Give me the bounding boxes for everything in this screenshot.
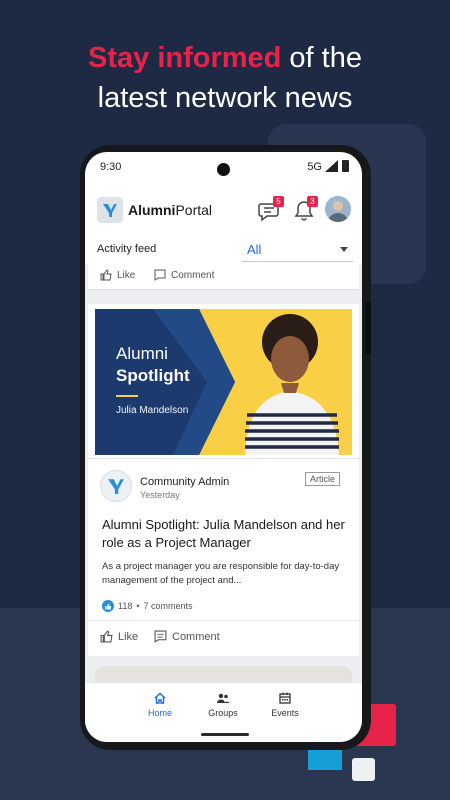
groups-icon [217, 693, 230, 703]
activity-feed[interactable]: Like Comment Alumni Spotlight Julia Mand… [85, 264, 362, 682]
next-post-card [95, 666, 352, 682]
like-label: Like [118, 630, 139, 643]
author-avatar[interactable] [100, 470, 132, 502]
filter-value: All [247, 242, 262, 257]
banner-title-line-2: Spotlight [116, 366, 190, 385]
phone-screen: 9:30 5G AlumniPortal 5 3 Activity feed A… [85, 152, 362, 742]
user-avatar[interactable] [325, 196, 351, 222]
post-title[interactable]: Alumni Spotlight: Julia Mandelson and he… [102, 516, 347, 552]
banner-title-line-1: Alumni [116, 344, 168, 363]
home-icon [154, 692, 166, 704]
comment-icon [154, 269, 166, 281]
headline-line-1-rest: of the [281, 42, 362, 74]
headline-line-2: latest network news [97, 82, 353, 114]
like-label: Like [117, 269, 136, 281]
nav-events[interactable]: Events [260, 691, 310, 718]
comments-count: 7 comments [143, 601, 193, 611]
banner-text: Alumni Spotlight Julia Mandelson [116, 343, 190, 416]
nav-home[interactable]: Home [135, 691, 185, 718]
app-header: AlumniPortal 5 3 [85, 190, 362, 230]
comment-icon [154, 630, 167, 643]
gesture-bar [201, 733, 249, 736]
divider [88, 458, 359, 459]
filter-label: Activity feed [97, 243, 157, 255]
phone-side-button [365, 302, 371, 354]
nav-events-label: Events [271, 708, 299, 718]
previous-post-card: Like Comment [88, 264, 359, 290]
author-name[interactable]: Community Admin [140, 476, 229, 488]
comment-button[interactable]: Comment [154, 630, 220, 643]
headline-accent: Stay informed [88, 42, 282, 74]
bottom-navigation: Home Groups Events [85, 682, 362, 742]
post-banner-image: Alumni Spotlight Julia Mandelson [95, 309, 352, 455]
app-logo-icon [97, 197, 123, 223]
post-excerpt: As a project manager you are responsible… [102, 561, 340, 586]
nav-home-label: Home [147, 708, 172, 718]
like-reaction-icon [102, 600, 114, 612]
promo-headline: Stay informed of the latest network news [0, 38, 450, 118]
reaction-separator: • [136, 601, 140, 611]
app-title-regular: Portal [175, 202, 213, 218]
calendar-icon [279, 692, 291, 704]
divider [88, 620, 359, 621]
thumbs-up-icon [100, 269, 112, 281]
chevron-down-icon [340, 247, 348, 252]
decorative-square-white [352, 758, 375, 781]
messages-button[interactable]: 5 [257, 196, 284, 223]
reaction-summary[interactable]: 118 • 7 comments [102, 600, 193, 612]
status-bar: 9:30 5G [85, 152, 362, 182]
post-timestamp: Yesterday [140, 490, 180, 500]
front-camera [217, 163, 230, 176]
battery-icon [342, 160, 349, 172]
like-button[interactable]: Like [100, 630, 138, 643]
nav-groups-label: Groups [208, 708, 238, 718]
likes-count: 118 [118, 601, 133, 611]
community-logo-icon [108, 479, 124, 494]
signal-icon [325, 160, 338, 172]
comment-label: Comment [171, 269, 215, 281]
comment-label: Comment [172, 630, 220, 643]
notifications-button[interactable]: 3 [291, 196, 318, 223]
network-type: 5G [307, 161, 322, 173]
messages-badge: 5 [273, 196, 284, 207]
banner-name: Julia Mandelson [116, 405, 189, 416]
status-time: 9:30 [100, 161, 122, 173]
app-title: AlumniPortal [128, 202, 212, 218]
app-title-bold: Alumni [128, 202, 176, 218]
post-type-badge: Article [305, 472, 341, 486]
comment-button[interactable]: Comment [154, 269, 214, 281]
nav-groups[interactable]: Groups [198, 691, 248, 718]
feed-filter-dropdown[interactable]: All [242, 238, 353, 262]
activity-filter: Activity feed All [85, 236, 362, 262]
post-card[interactable]: Alumni Spotlight Julia Mandelson Communi… [88, 304, 359, 656]
headline-line-1: Stay informed of the [0, 38, 450, 78]
thumbs-up-icon [100, 630, 113, 643]
banner-rule [116, 395, 138, 397]
notifications-badge: 3 [307, 196, 318, 207]
like-button[interactable]: Like [100, 269, 135, 281]
